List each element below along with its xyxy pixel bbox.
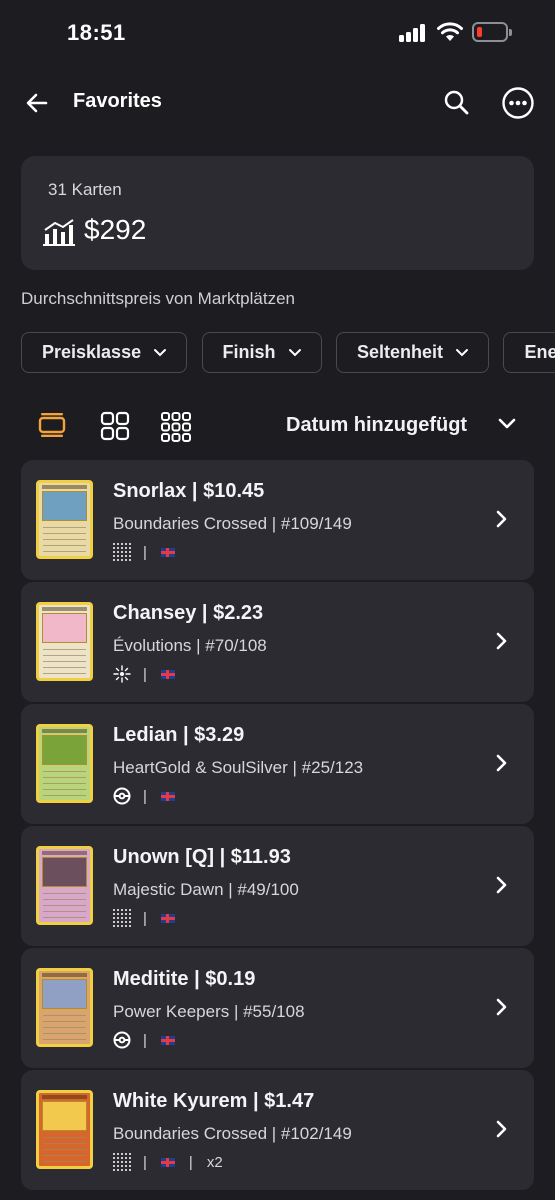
filter-chip-finish[interactable]: Finish	[201, 332, 322, 373]
card-row[interactable]: Snorlax | $10.45 Boundaries Crossed | #10…	[21, 460, 534, 580]
uk-flag-icon	[160, 791, 175, 801]
card-title: Meditite | $0.19	[113, 968, 256, 990]
filter-chip-price-range[interactable]: Preisklasse	[21, 332, 188, 373]
page-title: Favorites	[73, 90, 162, 112]
uk-flag-icon	[160, 913, 175, 923]
chevron-right-icon	[496, 998, 507, 1016]
price-source-note: Durchschnittspreis von Marktplätzen	[21, 289, 296, 308]
collection-total-value: $292	[84, 214, 147, 245]
card-meta: |	[113, 543, 175, 561]
filter-chip-energy[interactable]: Energ	[503, 332, 555, 373]
search-icon[interactable]	[440, 86, 474, 120]
card-set-info: Évolutions | #70/108	[113, 636, 267, 655]
card-set-info: Boundaries Crossed | #109/149	[113, 514, 352, 533]
card-thumbnail	[36, 724, 93, 803]
uk-flag-icon	[160, 1157, 175, 1167]
card-set-info: Power Keepers | #55/108	[113, 1002, 305, 1021]
card-count: 31 Karten	[48, 180, 122, 199]
card-meta: |	[113, 909, 175, 927]
back-arrow-icon[interactable]	[22, 88, 52, 118]
filter-chip-label: Preisklasse	[42, 342, 142, 362]
filter-chip-label: Energ	[524, 342, 555, 362]
collection-summary-card: 31 Karten $292	[21, 156, 534, 270]
dots-grid-icon	[113, 1153, 131, 1171]
card-meta: |	[113, 1031, 175, 1049]
card-title: White Kyurem | $1.47	[113, 1090, 315, 1112]
uk-flag-icon	[160, 1035, 175, 1045]
bar-chart-icon	[43, 219, 75, 246]
status-bar: 18:51	[0, 0, 555, 66]
card-thumbnail	[36, 968, 93, 1047]
grid-view-icon[interactable]	[100, 411, 130, 441]
card-set-info: Majestic Dawn | #49/100	[113, 880, 299, 899]
filter-chip-label: Seltenheit	[357, 342, 444, 362]
card-thumbnail	[36, 1090, 93, 1169]
card-meta: |	[113, 787, 175, 805]
chevron-down-icon[interactable]	[497, 417, 517, 431]
chevron-right-icon	[496, 632, 507, 650]
dots-grid-icon	[113, 909, 131, 927]
card-set-info: HeartGold & SoulSilver | #25/123	[113, 758, 364, 777]
card-set-info: Boundaries Crossed | #102/149	[113, 1124, 352, 1143]
sort-dropdown[interactable]: Datum hinzugefügt	[286, 414, 467, 437]
card-title: Ledian | $3.29	[113, 724, 245, 746]
card-meta: |	[113, 665, 175, 683]
card-row[interactable]: Ledian | $3.29 HeartGold & SoulSilver | #…	[21, 704, 534, 824]
filter-chip-rarity[interactable]: Seltenheit	[336, 332, 490, 373]
sparkle-icon	[113, 665, 131, 683]
chevron-right-icon	[496, 876, 507, 894]
card-thumbnail	[36, 480, 93, 559]
view-toolbar: Datum hinzugefügt	[0, 404, 555, 448]
card-thumbnail	[36, 846, 93, 925]
chevron-right-icon	[496, 510, 507, 528]
chevron-right-icon	[496, 1120, 507, 1138]
card-title: Chansey | $2.23	[113, 602, 264, 624]
chevron-right-icon	[496, 754, 507, 772]
card-quantity: x2	[206, 1153, 223, 1171]
card-title: Unown [Q] | $11.93	[113, 846, 291, 868]
list-view-icon[interactable]	[38, 412, 66, 438]
card-row[interactable]: Unown [Q] | $11.93 Majestic Dawn | #49/10…	[21, 826, 534, 946]
more-options-icon[interactable]	[501, 86, 535, 120]
status-time: 18:51	[67, 20, 126, 45]
card-row[interactable]: White Kyurem | $1.47 Boundaries Crossed |…	[21, 1070, 534, 1190]
wifi-icon	[437, 22, 463, 41]
compact-grid-view-icon[interactable]	[160, 411, 192, 443]
battery-icon	[472, 22, 512, 42]
uk-flag-icon	[160, 669, 175, 679]
cellular-signal-icon	[399, 24, 427, 42]
card-row[interactable]: Chansey | $2.23 Évolutions | #70/108 |	[21, 582, 534, 702]
card-list: Snorlax | $10.45 Boundaries Crossed | #10…	[21, 460, 534, 1192]
card-thumbnail	[36, 602, 93, 681]
chevron-down-icon	[288, 349, 301, 357]
nav-bar: Favorites	[0, 66, 555, 142]
uk-flag-icon	[160, 547, 175, 557]
pokeball-icon	[113, 1031, 131, 1049]
filter-chips: Preisklasse Finish Seltenheit Energ	[21, 332, 555, 374]
chevron-down-icon	[154, 349, 167, 357]
filter-chip-label: Finish	[222, 342, 276, 362]
dots-grid-icon	[113, 543, 131, 561]
pokeball-icon	[113, 787, 131, 805]
card-title: Snorlax | $10.45	[113, 480, 265, 502]
card-row[interactable]: Meditite | $0.19 Power Keepers | #55/108 |	[21, 948, 534, 1068]
chevron-down-icon	[456, 349, 469, 357]
card-meta: | | x2	[113, 1153, 223, 1171]
